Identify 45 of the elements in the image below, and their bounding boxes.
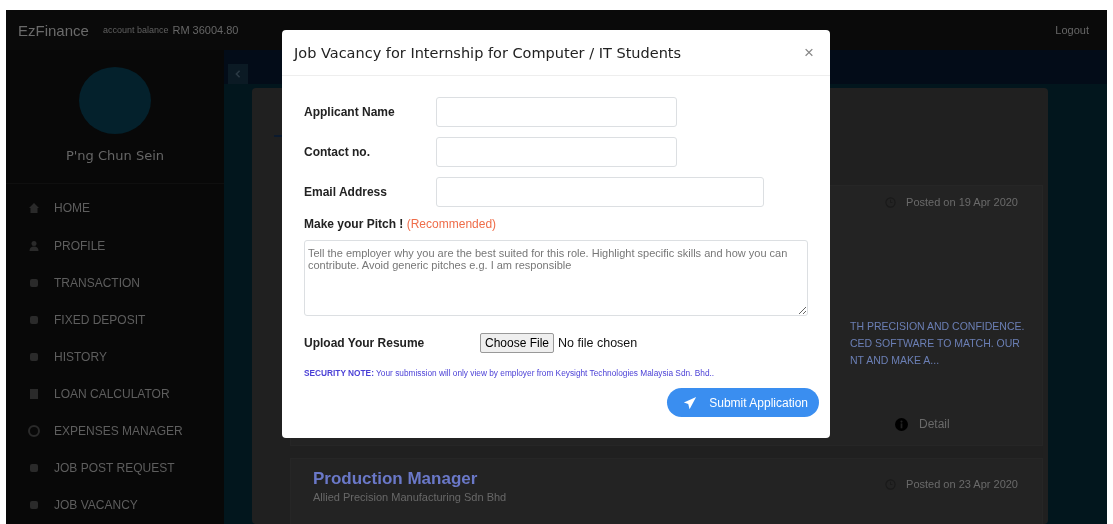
sidebar-item[interactable]: FIXED DEPOSIT [6, 301, 224, 339]
balance-label: account balance [102, 25, 169, 35]
file-status: No file chosen [558, 336, 638, 350]
pitch-label: Make your Pitch ! (Recommended) [304, 217, 498, 231]
sidebar-item[interactable]: JOB POST REQUEST [6, 449, 224, 487]
posted-date: Posted on 19 Apr 2020 [906, 196, 1018, 208]
input-field[interactable] [436, 137, 677, 167]
job-description: NT AND MAKE A... [850, 353, 940, 368]
user-name: P'ng Chun Sein [64, 147, 166, 165]
job-title[interactable]: Production Manager [313, 469, 507, 489]
sidebar-item[interactable]: JOB VACANCY [6, 486, 224, 524]
close-button[interactable]: × [800, 42, 818, 63]
info-icon [895, 417, 908, 431]
company-name: Allied Precision Manufacturing Sdn Bhd [313, 491, 507, 503]
choose-file-button[interactable]: Choose File [480, 333, 555, 353]
chevron-left-icon [234, 69, 242, 79]
field-label: Email Address [304, 185, 388, 199]
sidebar-item[interactable]: PROFILE [6, 226, 224, 265]
posted-date: Posted on 23 Apr 2020 [906, 478, 1018, 490]
job-description: CED SOFTWARE TO MATCH. OUR [850, 336, 1020, 351]
sidebar-item[interactable]: HOME [6, 189, 224, 227]
sidebar-item[interactable]: LOAN CALCULATOR [6, 375, 224, 413]
field-label: Contact no. [304, 145, 371, 159]
submit-button[interactable]: Submit Application [667, 388, 819, 417]
balance-amount: RM 36004.80 [172, 24, 239, 36]
job-description: TH PRECISION AND CONFIDENCE. [850, 319, 1025, 334]
collapse-sidebar-button[interactable] [228, 64, 248, 84]
sidebar-item[interactable]: TRANSACTION [6, 264, 224, 302]
home-icon [28, 202, 40, 215]
detail-link[interactable]: Detail [895, 417, 1018, 431]
input-field[interactable] [436, 97, 677, 127]
user-icon [28, 239, 40, 252]
email-field[interactable] [436, 177, 764, 207]
pitch-textarea[interactable]: Tell the employer why you are the best suited for this role. Highlight specific skills and how you can contribute. Avoid generic pitches e.g. I am responsible [304, 240, 808, 316]
security-note: SECURITY NOTE: Your submission will only view by employer from Keysight Technologies Malaysia Sdn. Bhd.. [304, 368, 716, 378]
dialog-title: Job Vacancy for Internship for Computer / IT Students [294, 44, 682, 61]
upload-label: Upload Your Resume [304, 336, 426, 350]
field-label: Applicant Name [304, 105, 396, 119]
brand-logo[interactable]: EzFinance [18, 21, 89, 39]
sidebar-item[interactable]: EXPENSES MANAGER [6, 412, 224, 450]
globe-icon [28, 425, 40, 438]
calculator-icon [28, 388, 40, 400]
paper-plane-icon [683, 395, 698, 410]
sidebar-item[interactable]: HISTORY [6, 338, 224, 376]
logout-link[interactable]: Logout [1055, 24, 1089, 36]
